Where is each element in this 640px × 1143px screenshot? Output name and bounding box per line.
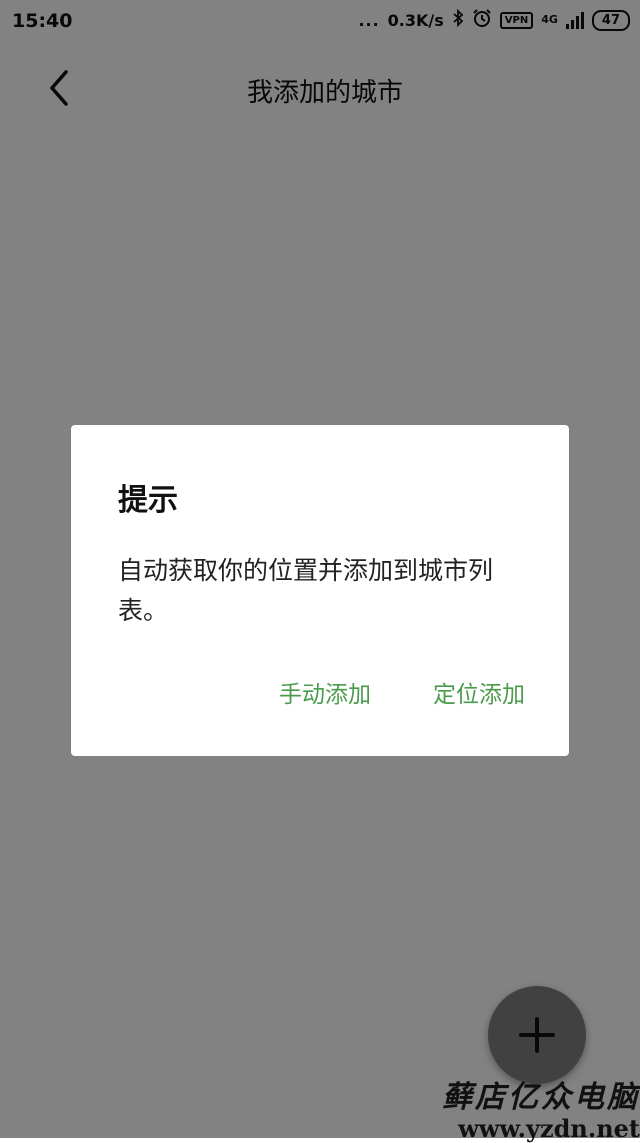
dialog-actions: 手动添加 定位添加	[279, 675, 525, 709]
watermark: 藓店亿众电脑 www.yzdn.net	[440, 1072, 640, 1143]
manual-add-button[interactable]: 手动添加	[279, 675, 371, 709]
watermark-brand: 藓店亿众电脑	[442, 1080, 640, 1115]
watermark-url: www.yzdn.net	[458, 1114, 640, 1143]
prompt-dialog: 提示 自动获取你的位置并添加到城市列表。 手动添加 定位添加	[71, 425, 569, 756]
locate-add-button[interactable]: 定位添加	[433, 675, 525, 709]
dialog-message: 自动获取你的位置并添加到城市列表。	[118, 556, 494, 625]
dialog-title: 提示	[118, 483, 178, 518]
screen: 15:40 ... 0.3K/s VPN 4G 47 我添加的城市 提示 自动获…	[0, 0, 640, 1143]
